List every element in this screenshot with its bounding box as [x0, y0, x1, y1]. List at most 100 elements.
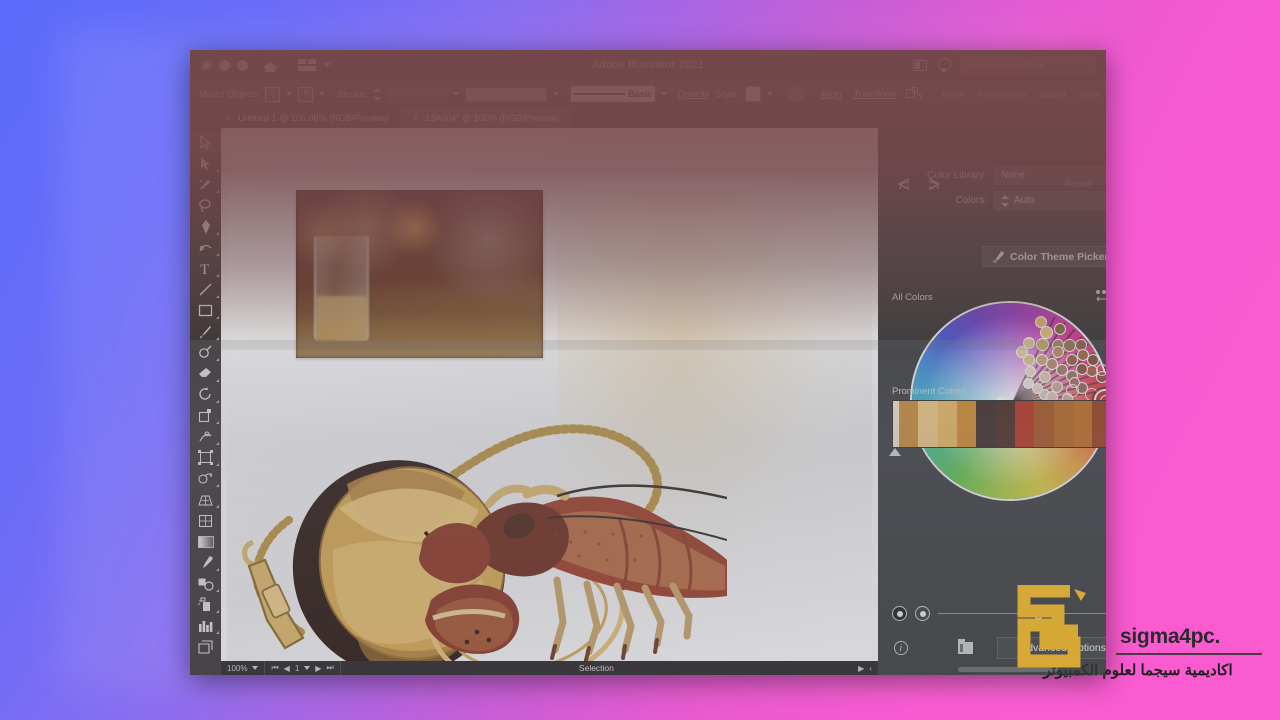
pen-tool[interactable]	[190, 216, 221, 237]
redo-icon[interactable]	[925, 178, 942, 191]
color-theme-picker-button[interactable]: Color Theme Picker	[982, 246, 1106, 267]
style-chevron-icon[interactable]	[767, 92, 774, 96]
color-wheel-view-button[interactable]	[892, 606, 907, 621]
colors-stepper[interactable]	[1001, 194, 1009, 207]
screen-mode-icon[interactable]	[913, 59, 927, 71]
brush-chevron-icon[interactable]	[553, 92, 560, 96]
recolor-artwork-icon[interactable]	[789, 86, 805, 102]
page-navigation[interactable]: ⏮ ◀ 1 ▶ ⏭	[265, 661, 339, 675]
lobster-watch-artwork[interactable]: 6	[227, 400, 727, 661]
transform-button[interactable]: Transform	[853, 89, 896, 100]
status-play-icon[interactable]: ▶	[858, 664, 864, 673]
symbol-sprayer-tool[interactable]	[190, 594, 221, 615]
prominent-color-swatch[interactable]	[937, 401, 957, 447]
wheel-color-swatch[interactable]	[1032, 382, 1044, 394]
perspective-grid-tool[interactable]	[190, 489, 221, 510]
placed-photo[interactable]	[296, 190, 543, 358]
next-page-icon[interactable]: ▶	[315, 664, 321, 673]
first-page-icon[interactable]: ⏮	[271, 663, 278, 673]
direct-selection-tool[interactable]	[190, 153, 221, 174]
artboard-tool[interactable]	[190, 636, 221, 657]
blend-tool[interactable]	[190, 573, 221, 594]
page-chevron-icon[interactable]	[304, 666, 311, 670]
status-resize-icon[interactable]: ‹	[869, 664, 872, 673]
document-canvas[interactable]: 6	[221, 128, 878, 661]
prev-page-icon[interactable]: ◀	[284, 664, 290, 673]
colors-select[interactable]: Auto	[994, 191, 1106, 210]
control-extra-3[interactable]: Export	[1040, 89, 1066, 99]
selection-tool[interactable]	[190, 132, 221, 153]
lightbulb-icon[interactable]	[938, 58, 951, 72]
prominent-color-swatch[interactable]	[899, 401, 919, 447]
color-bar-view-button[interactable]	[915, 606, 930, 621]
tab-13a004[interactable]: × 13A004* @ 100% (RGB/Preview)	[400, 108, 572, 128]
wheel-color-swatch[interactable]	[1076, 362, 1089, 375]
opacity-label[interactable]: Opacity	[677, 89, 709, 100]
control-extra-4[interactable]: More	[1080, 89, 1101, 99]
unlink-harmony-icon[interactable]	[1095, 289, 1106, 303]
line-segment-tool[interactable]	[190, 279, 221, 300]
prominent-color-swatch[interactable]	[1034, 401, 1054, 447]
tab-bar-grip[interactable]: ››	[190, 108, 214, 128]
zoom-chevron-icon[interactable]	[252, 666, 259, 670]
info-icon[interactable]: i	[894, 641, 908, 655]
lasso-tool[interactable]	[190, 195, 221, 216]
last-page-icon[interactable]: ⏭	[326, 663, 333, 673]
wheel-color-swatch[interactable]	[1023, 377, 1035, 389]
scale-tool[interactable]	[190, 405, 221, 426]
stroke-weight-input[interactable]	[387, 86, 448, 102]
type-tool[interactable]: T	[190, 258, 221, 279]
page-number[interactable]: 1	[295, 664, 299, 673]
stroke-chevron-icon[interactable]	[319, 92, 326, 96]
prominent-color-swatch[interactable]	[918, 401, 938, 447]
prominent-color-swatch[interactable]	[995, 401, 1015, 447]
tab-close-icon[interactable]: ×	[226, 113, 231, 123]
paintbrush-tool[interactable]	[190, 321, 221, 342]
control-extra-2[interactable]: Preferences	[978, 89, 1027, 99]
prominent-color-swatch[interactable]	[1014, 401, 1035, 447]
wheel-empty-swatch[interactable]	[1066, 383, 1080, 397]
align-button[interactable]: Align	[820, 89, 841, 100]
graphic-style-chevron-icon[interactable]	[661, 92, 668, 96]
prominent-color-swatch[interactable]	[1053, 401, 1073, 447]
reset-button[interactable]: Reset	[1034, 175, 1106, 193]
fill-swatch[interactable]: ?	[265, 86, 281, 102]
rectangle-tool[interactable]	[190, 300, 221, 321]
prominent-color-swatch[interactable]	[976, 401, 996, 447]
rotate-tool[interactable]	[190, 384, 221, 405]
wheel-color-swatch[interactable]	[1051, 380, 1064, 393]
artboard[interactable]: 6	[227, 128, 872, 661]
status-menu-icons[interactable]: ▶ ‹	[852, 661, 878, 675]
control-extra-1[interactable]: Reset	[941, 89, 965, 99]
wheel-color-swatch[interactable]	[1087, 353, 1100, 366]
fill-chevron-icon[interactable]	[286, 92, 293, 96]
prominent-colors-bar[interactable]	[892, 400, 1106, 448]
tab-untitled-1[interactable]: × Untitled-1 @ 105.08% (RGB/Preview)	[214, 108, 401, 128]
column-graph-tool[interactable]	[190, 615, 221, 636]
brush-definition-select[interactable]	[465, 86, 548, 102]
search-input[interactable]: Search Adobe Stock	[960, 56, 1096, 74]
mesh-tool[interactable]	[190, 510, 221, 531]
status-text[interactable]: Selection	[341, 663, 853, 673]
arrange-objects-icon[interactable]	[906, 87, 922, 101]
free-transform-tool[interactable]	[190, 447, 221, 468]
stroke-weight-stepper[interactable]	[373, 87, 382, 101]
prominent-colors-handle[interactable]	[889, 448, 901, 456]
width-tool[interactable]	[190, 426, 221, 447]
stroke-swatch[interactable]: ?	[298, 86, 314, 102]
undo-icon[interactable]	[896, 178, 913, 191]
eyedropper-tool[interactable]	[190, 552, 221, 573]
zoom-control[interactable]: 100%	[221, 661, 264, 675]
wheel-color-swatch[interactable]	[1024, 366, 1036, 378]
shape-builder-tool[interactable]	[190, 468, 221, 489]
graphic-style-select[interactable]: Basic	[571, 86, 656, 102]
prominent-color-swatch[interactable]	[1092, 401, 1106, 447]
save-theme-icon[interactable]	[957, 639, 974, 654]
gradient-tool[interactable]	[190, 531, 221, 552]
prominent-color-swatch[interactable]	[956, 401, 977, 447]
tab-close-icon[interactable]: ×	[413, 113, 418, 123]
style-swatch[interactable]	[745, 86, 762, 102]
shaper-tool[interactable]	[190, 342, 221, 363]
prominent-color-swatch[interactable]	[1072, 401, 1093, 447]
wheel-empty-swatch[interactable]	[1096, 364, 1106, 377]
